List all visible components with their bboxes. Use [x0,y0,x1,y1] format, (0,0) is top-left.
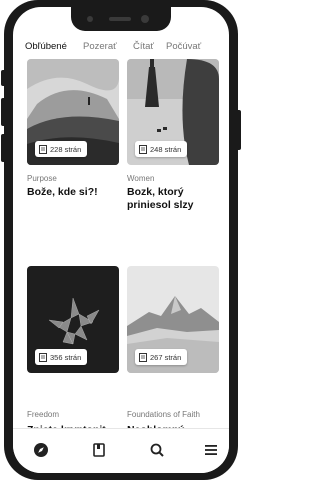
book-card[interactable]: 267 strán Foundations of Faith Neoblomný [127,266,223,436]
book-icon [39,352,47,362]
tab-favorites[interactable]: Obľúbené [25,41,67,52]
compass-icon[interactable] [33,442,49,458]
book-category: Purpose [27,174,57,183]
book-category: Foundations of Faith [127,410,200,419]
side-button-right [238,110,241,150]
page-count-badge: 228 strán [35,141,88,157]
tab-read[interactable]: Čítať [133,41,154,52]
book-icon [39,144,47,154]
book-icon[interactable] [91,442,107,458]
side-button-left-1 [1,70,4,86]
bottom-nav [13,428,229,473]
book-category: Freedom [27,410,60,419]
book-title[interactable]: Bozk, ktorý priniesol slzy [127,186,223,212]
tab-listen[interactable]: Počúvať [166,41,201,52]
page-count-badge: 248 strán [135,141,188,157]
book-card[interactable]: 356 strán Freedom Znicte kryptonit [27,266,123,436]
page-count-badge: 356 strán [35,349,88,365]
screen: Obľúbené Pozerať Čítať Počúvať 228 strán… [13,7,229,473]
side-button-left-2 [1,98,4,126]
book-cover[interactable]: 248 strán [127,59,219,165]
book-cover[interactable]: 228 strán [27,59,119,165]
book-icon [139,352,147,362]
book-icon [139,144,147,154]
side-button-left-3 [1,134,4,162]
notch [71,7,171,31]
book-cover[interactable]: 356 strán [27,266,119,373]
book-title[interactable]: Bože, kde si?! [27,186,123,199]
tab-bar: Obľúbené Pozerať Čítať Počúvať [13,41,229,62]
menu-icon[interactable] [203,442,219,458]
search-icon[interactable] [149,442,165,458]
book-card[interactable]: 248 strán Women Bozk, ktorý priniesol sl… [127,59,223,219]
book-category: Women [127,174,155,183]
tab-watch[interactable]: Pozerať [83,41,117,52]
book-card[interactable]: 228 strán Purpose Bože, kde si?! [27,59,123,219]
page-count-badge: 267 strán [135,349,188,365]
phone-frame: Obľúbené Pozerať Čítať Počúvať 228 strán… [1,0,241,480]
book-cover[interactable]: 267 strán [127,266,219,373]
